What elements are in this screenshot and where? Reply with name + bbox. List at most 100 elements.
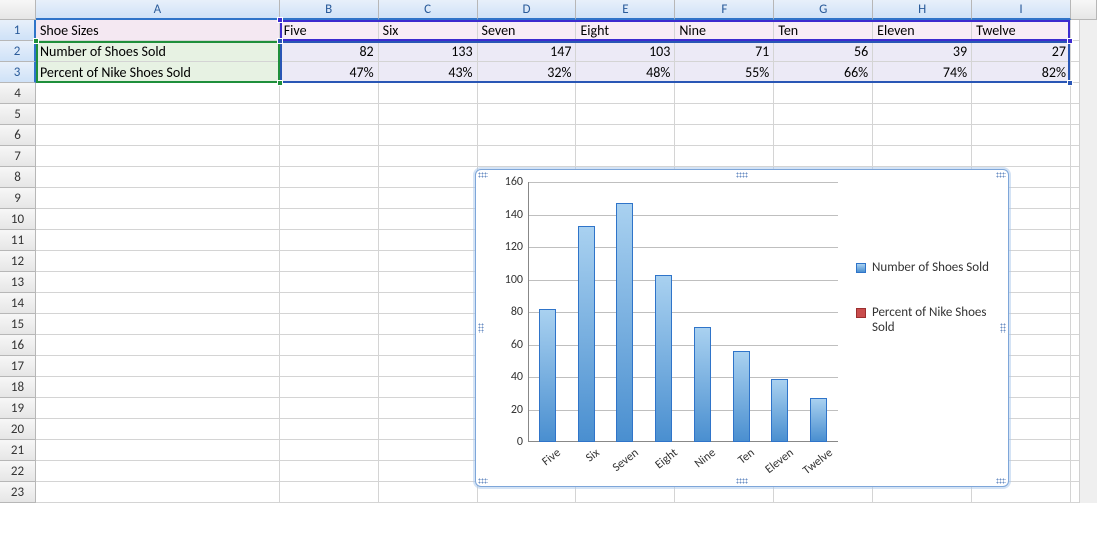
cell-empty[interactable]: [972, 125, 1071, 146]
cell-empty[interactable]: [379, 356, 478, 377]
chart-bar[interactable]: [694, 327, 711, 442]
row-header-21[interactable]: 21: [0, 440, 36, 461]
cell-empty[interactable]: [379, 167, 478, 188]
cell-empty[interactable]: [36, 83, 280, 104]
cell-empty[interactable]: [873, 104, 972, 125]
cell-empty[interactable]: [280, 83, 379, 104]
cell-empty[interactable]: [280, 398, 379, 419]
cell-empty[interactable]: [873, 83, 972, 104]
cell-empty[interactable]: [280, 293, 379, 314]
select-all-corner[interactable]: [0, 0, 36, 20]
cell-empty[interactable]: [36, 293, 280, 314]
chart-bar[interactable]: [616, 203, 633, 442]
cell-empty[interactable]: [36, 104, 280, 125]
row-header-13[interactable]: 13: [0, 272, 36, 293]
chart-bar[interactable]: [655, 275, 672, 442]
row-header-12[interactable]: 12: [0, 251, 36, 272]
cell-empty[interactable]: [379, 335, 478, 356]
cell-B3[interactable]: 47%: [280, 62, 379, 83]
cell-empty[interactable]: [972, 146, 1071, 167]
cell-empty[interactable]: [379, 440, 478, 461]
col-header-I[interactable]: I: [972, 0, 1071, 20]
cell-empty[interactable]: [36, 146, 280, 167]
row-header-22[interactable]: 22: [0, 461, 36, 482]
cell-empty[interactable]: [379, 314, 478, 335]
row-header-15[interactable]: 15: [0, 314, 36, 335]
cell-empty[interactable]: [36, 125, 280, 146]
cell-empty[interactable]: [972, 104, 1071, 125]
row-header-1[interactable]: 1: [0, 20, 36, 41]
cell-H2[interactable]: 39: [873, 41, 972, 62]
cell-empty[interactable]: [280, 440, 379, 461]
cell-E2[interactable]: 103: [576, 41, 675, 62]
col-header-B[interactable]: B: [280, 0, 379, 20]
cell-empty[interactable]: [280, 356, 379, 377]
cell-G3[interactable]: 66%: [774, 62, 873, 83]
cell-empty[interactable]: [576, 83, 675, 104]
cell-empty[interactable]: [379, 419, 478, 440]
cell-empty[interactable]: [873, 146, 972, 167]
cell-empty[interactable]: [379, 230, 478, 251]
cell-empty[interactable]: [36, 461, 280, 482]
row-header-16[interactable]: 16: [0, 335, 36, 356]
cell-empty[interactable]: [576, 104, 675, 125]
cell-empty[interactable]: [774, 83, 873, 104]
cell-empty[interactable]: [774, 104, 873, 125]
cell-H1[interactable]: Eleven: [873, 20, 972, 41]
resize-handle[interactable]: [478, 478, 488, 484]
row-header-10[interactable]: 10: [0, 209, 36, 230]
cell-empty[interactable]: [675, 104, 774, 125]
chart-bars[interactable]: [528, 182, 838, 442]
row-header-19[interactable]: 19: [0, 398, 36, 419]
col-header-C[interactable]: C: [379, 0, 478, 20]
worksheet[interactable]: A B C D E F G H I 1 Shoe Sizes Five Six …: [0, 0, 1097, 503]
cell-empty[interactable]: [379, 293, 478, 314]
resize-handle[interactable]: [996, 172, 1006, 178]
cell-empty[interactable]: [774, 146, 873, 167]
row-header-3[interactable]: 3: [0, 62, 36, 83]
cell-empty[interactable]: [379, 125, 478, 146]
cell-A2[interactable]: Number of Shoes Sold: [36, 41, 280, 62]
cell-empty[interactable]: [36, 272, 280, 293]
row-header-11[interactable]: 11: [0, 230, 36, 251]
col-header-H[interactable]: H: [873, 0, 972, 20]
col-header-A[interactable]: A: [36, 0, 280, 20]
cell-empty[interactable]: [873, 125, 972, 146]
cell-empty[interactable]: [379, 104, 478, 125]
cell-empty[interactable]: [36, 167, 280, 188]
resize-handle[interactable]: [478, 323, 484, 333]
cell-empty[interactable]: [379, 461, 478, 482]
cell-empty[interactable]: [280, 167, 379, 188]
cell-A1[interactable]: Shoe Sizes: [36, 20, 280, 41]
row-header-14[interactable]: 14: [0, 293, 36, 314]
cell-C1[interactable]: Six: [379, 20, 478, 41]
row-header-23[interactable]: 23: [0, 482, 36, 503]
legend-item[interactable]: Number of Shoes Sold: [856, 260, 1001, 275]
cell-empty[interactable]: [36, 398, 280, 419]
chart-bar[interactable]: [771, 379, 788, 442]
cell-E1[interactable]: Eight: [576, 20, 675, 41]
cell-empty[interactable]: [280, 251, 379, 272]
cell-empty[interactable]: [280, 482, 379, 503]
cell-empty[interactable]: [36, 314, 280, 335]
cell-empty[interactable]: [379, 251, 478, 272]
cell-empty[interactable]: [280, 146, 379, 167]
row-header-8[interactable]: 8: [0, 167, 36, 188]
cell-empty[interactable]: [280, 461, 379, 482]
cell-empty[interactable]: [36, 188, 280, 209]
cell-empty[interactable]: [36, 482, 280, 503]
cell-empty[interactable]: [280, 230, 379, 251]
cell-G1[interactable]: Ten: [774, 20, 873, 41]
cell-I3[interactable]: 82%: [972, 62, 1071, 83]
resize-handle[interactable]: [996, 478, 1006, 484]
cell-empty[interactable]: [36, 440, 280, 461]
cell-D1[interactable]: Seven: [478, 20, 577, 41]
cell-empty[interactable]: [280, 209, 379, 230]
cell-empty[interactable]: [36, 356, 280, 377]
cell-empty[interactable]: [36, 251, 280, 272]
chart-bar[interactable]: [733, 351, 750, 442]
cell-empty[interactable]: [972, 83, 1071, 104]
col-header-E[interactable]: E: [576, 0, 675, 20]
vertical-scrollbar[interactable]: [1079, 20, 1097, 503]
cell-empty[interactable]: [379, 188, 478, 209]
